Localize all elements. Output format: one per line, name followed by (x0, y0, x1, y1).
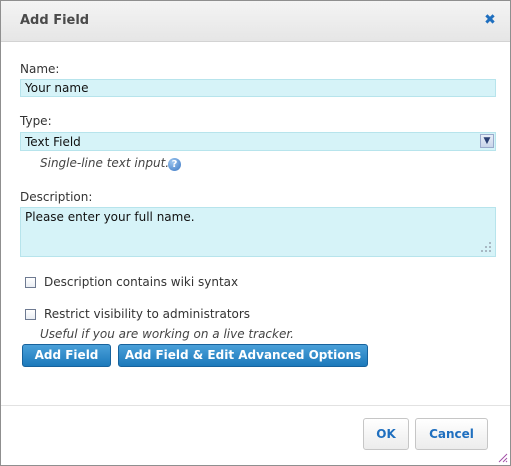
description-textarea[interactable]: Please enter your full name. (20, 207, 496, 257)
cancel-button[interactable]: Cancel (415, 418, 488, 450)
chevron-down-icon[interactable]: ▼ (480, 134, 494, 148)
restrict-visibility-checkbox[interactable] (25, 309, 36, 320)
add-field-dialog: Add Field ✖ Name: Your name Type: Text F… (0, 0, 511, 466)
dialog-titlebar[interactable]: Add Field ✖ (1, 1, 510, 42)
type-label: Type: (20, 114, 52, 128)
restrict-visibility-label[interactable]: Restrict visibility to administrators (44, 307, 250, 321)
dialog-title: Add Field (20, 13, 90, 28)
type-select-value: Text Field (25, 135, 81, 149)
add-field-edit-advanced-button[interactable]: Add Field & Edit Advanced Options (118, 344, 368, 367)
type-hint: Single-line text input. (40, 156, 170, 170)
wiki-syntax-checkbox[interactable] (25, 277, 36, 288)
help-icon[interactable]: ? (168, 158, 181, 171)
dialog-footer: OK Cancel (1, 405, 510, 466)
close-icon[interactable]: ✖ (483, 13, 497, 27)
wiki-syntax-label[interactable]: Description contains wiki syntax (44, 275, 238, 289)
resize-handle-icon[interactable] (480, 241, 492, 253)
dialog-resize-handle-icon[interactable] (496, 451, 508, 463)
description-label: Description: (20, 190, 93, 204)
name-input[interactable]: Your name (20, 79, 496, 97)
name-input-value: Your name (25, 81, 89, 95)
name-label: Name: (20, 62, 60, 76)
ok-button[interactable]: OK (363, 418, 409, 450)
description-textarea-value: Please enter your full name. (25, 210, 195, 224)
add-field-button[interactable]: Add Field (22, 344, 111, 367)
restrict-visibility-hint: Useful if you are working on a live trac… (40, 327, 294, 341)
type-select[interactable]: Text Field ▼ (20, 132, 496, 151)
